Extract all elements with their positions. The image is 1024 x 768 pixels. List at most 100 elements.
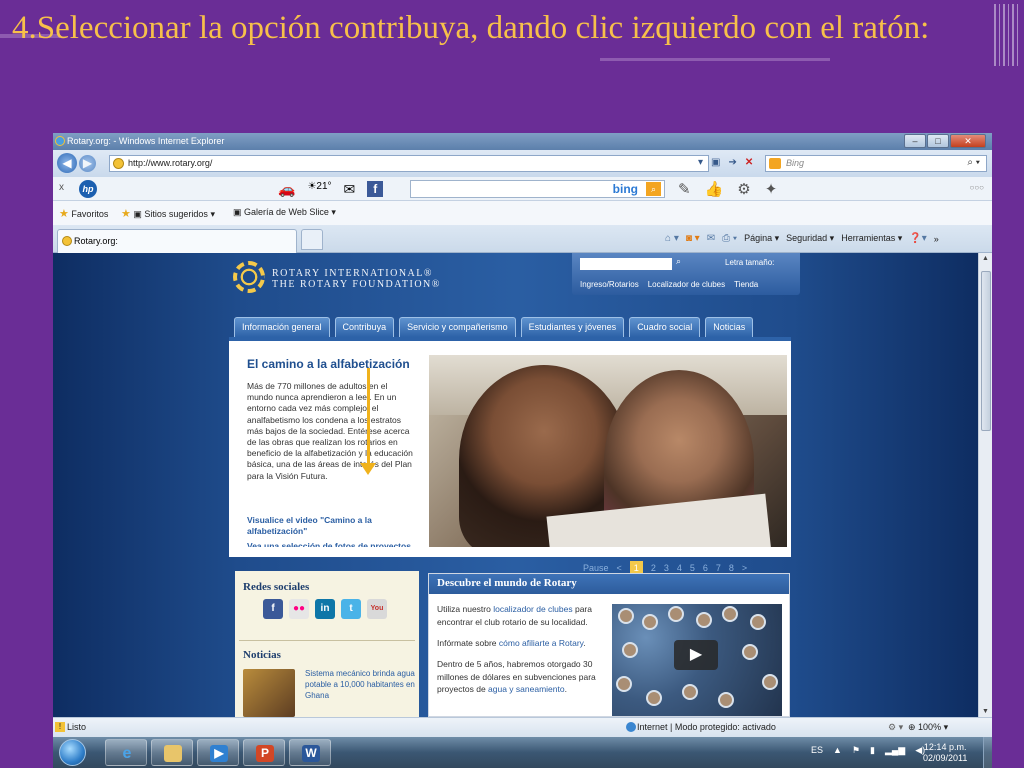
star-icon[interactable]: ✦ (765, 180, 778, 198)
feature-video-link[interactable]: Visualice el video "Camino a la alfabeti… (247, 515, 415, 537)
text-size-label[interactable]: Letra tamaño: (725, 258, 774, 267)
minimize-button[interactable]: – (904, 134, 926, 148)
start-button[interactable] (59, 739, 86, 766)
taskbar-word[interactable]: W (289, 739, 331, 766)
next-button[interactable]: > (742, 563, 747, 573)
rotary-logo-text[interactable]: ROTARY INTERNATIONAL® THE ROTARY FOUNDAT… (272, 268, 441, 290)
refresh-icon[interactable]: ➔ (728, 157, 736, 168)
new-tab-button[interactable] (301, 229, 323, 250)
nav-tab-contribuya[interactable]: Contribuya (334, 317, 395, 337)
taskbar-explorer[interactable] (151, 739, 193, 766)
page-4-button[interactable]: 4 (677, 563, 682, 573)
facebook-icon[interactable]: f (367, 181, 384, 197)
site-search-icon[interactable]: ⌕ (676, 256, 681, 267)
page-5-button[interactable]: 5 (690, 563, 695, 573)
scroll-up-icon[interactable]: ▲ (982, 255, 989, 262)
mail-icon[interactable]: ✉ (344, 181, 356, 198)
network-icon[interactable]: ▂▄▆ (885, 745, 905, 756)
weather-icon[interactable]: ☀21° (307, 181, 331, 198)
hp-search-input[interactable]: bing ⌕ (410, 180, 665, 198)
news-thumbnail[interactable] (243, 669, 295, 717)
stop-icon[interactable]: ✕ (745, 157, 753, 168)
security-menu[interactable]: Seguridad ▾ (786, 233, 834, 244)
battery-icon[interactable]: ▮ (870, 745, 875, 756)
maximize-button[interactable]: □ (927, 134, 949, 148)
mail-read-icon[interactable]: ✉ (707, 233, 715, 244)
club-locator-link[interactable]: Localizador de clubes (648, 280, 725, 289)
forward-button[interactable]: ▶ (79, 155, 96, 172)
feature-photo[interactable] (429, 355, 787, 547)
tools-menu[interactable]: Herramientas ▾ (841, 233, 902, 244)
zoom-level[interactable]: ⊕ 100% ▾ (908, 722, 948, 733)
rss-icon[interactable]: ◙ ▾ (686, 233, 700, 244)
flickr-icon[interactable]: ●● (289, 599, 309, 619)
help-icon[interactable]: ❓▾ (909, 233, 926, 244)
club-locator-link[interactable]: localizador de clubes (493, 604, 572, 614)
page-3-button[interactable]: 3 (664, 563, 669, 573)
show-desktop-button[interactable] (983, 737, 992, 768)
taskbar-ie[interactable]: e (105, 739, 147, 766)
pause-button[interactable]: Pause (583, 563, 609, 573)
flag-icon[interactable]: ⚑ (852, 745, 860, 756)
dropdown-icon[interactable]: ▾ (698, 157, 703, 168)
close-toolbar-icon[interactable]: x (59, 182, 64, 193)
bing-search-icon[interactable]: ⌕ (646, 182, 661, 196)
page-menu[interactable]: Página ▾ (744, 233, 779, 244)
like-icon[interactable]: 👍 (705, 180, 724, 198)
nav-tab-students[interactable]: Estudiantes y jóvenes (520, 317, 625, 337)
nav-tab-news[interactable]: Noticias (705, 317, 754, 337)
feature-photos-link[interactable]: Vea una selección de fotos de proyectos (247, 541, 411, 547)
rotary-wheel-logo[interactable] (233, 261, 265, 293)
video-thumbnail[interactable]: ▶ (612, 604, 782, 716)
suggested-sites-button[interactable]: ★ ▣ Sitios sugeridos ▾ (121, 207, 215, 220)
nav-tab-membership[interactable]: Cuadro social (629, 317, 701, 337)
prev-button[interactable]: < (617, 563, 622, 573)
nav-tab-general[interactable]: Información general (234, 317, 330, 337)
nav-tab-service[interactable]: Servicio y compañerismo (399, 317, 516, 337)
search-icon[interactable]: ⌕ ▾ (967, 157, 980, 168)
taskbar-powerpoint[interactable]: P (243, 739, 285, 766)
vertical-scrollbar[interactable]: ▲ ▼ (978, 253, 992, 717)
site-search-input[interactable] (580, 258, 672, 270)
scroll-down-icon[interactable]: ▼ (982, 708, 989, 715)
tray-expand-icon[interactable]: ▲ (833, 745, 842, 756)
games-icon[interactable]: ⚙ (737, 180, 750, 198)
taskbar-media[interactable]: ▶ (197, 739, 239, 766)
language-indicator[interactable]: ES (811, 745, 823, 756)
clock[interactable]: 12:14 p.m. 02/09/2011 (923, 742, 967, 764)
hp-logo-icon[interactable]: hp (79, 180, 97, 198)
page-2-button[interactable]: 2 (651, 563, 656, 573)
water-link[interactable]: agua y saneamiento (488, 684, 565, 694)
tab-rotary[interactable]: Rotary.org: (57, 229, 297, 253)
news-item-link[interactable]: Sistema mecánico brinda agua potable a 1… (305, 668, 417, 701)
favorites-button[interactable]: ★ Favoritos (59, 207, 108, 220)
tools-icon[interactable]: ✎ (678, 180, 691, 198)
home-icon[interactable]: ⌂ ▾ (665, 233, 679, 244)
security-zone[interactable]: Internet | Modo protegido: activado (637, 722, 776, 732)
bing-icon (769, 158, 781, 169)
linkedin-icon[interactable]: in (315, 599, 335, 619)
page-7-button[interactable]: 7 (716, 563, 721, 573)
address-bar[interactable]: http://www.rotary.org/ (109, 155, 709, 172)
protected-mode-icon[interactable]: ⚙ ▾ (888, 722, 903, 733)
twitter-icon[interactable]: t (341, 599, 361, 619)
car-icon[interactable]: 🚗 (278, 181, 295, 198)
more-icon[interactable]: ○○○ (970, 183, 985, 192)
youtube-icon[interactable]: You (367, 599, 387, 619)
back-button[interactable]: ◀ (57, 153, 77, 173)
facebook-icon[interactable]: f (263, 599, 283, 619)
web-slice-button[interactable]: ▣ Galería de Web Slice ▾ (233, 207, 336, 218)
search-input[interactable]: Bing ⌕ ▾ (765, 155, 987, 172)
close-button[interactable]: ✕ (950, 134, 986, 148)
join-rotary-link[interactable]: cómo afiliarte a Rotary (499, 638, 583, 648)
print-icon[interactable]: ⎙ ▾ (722, 233, 737, 244)
login-link[interactable]: Ingreso/Rotarios (580, 280, 639, 289)
overflow-icon[interactable]: » (934, 234, 939, 244)
compat-icon[interactable]: ▣ (711, 157, 720, 168)
scroll-thumb[interactable] (981, 271, 991, 431)
shop-link[interactable]: Tienda (734, 280, 758, 289)
page-8-button[interactable]: 8 (729, 563, 734, 573)
page-6-button[interactable]: 6 (703, 563, 708, 573)
face-bubble (718, 692, 734, 708)
play-icon[interactable]: ▶ (674, 640, 718, 670)
